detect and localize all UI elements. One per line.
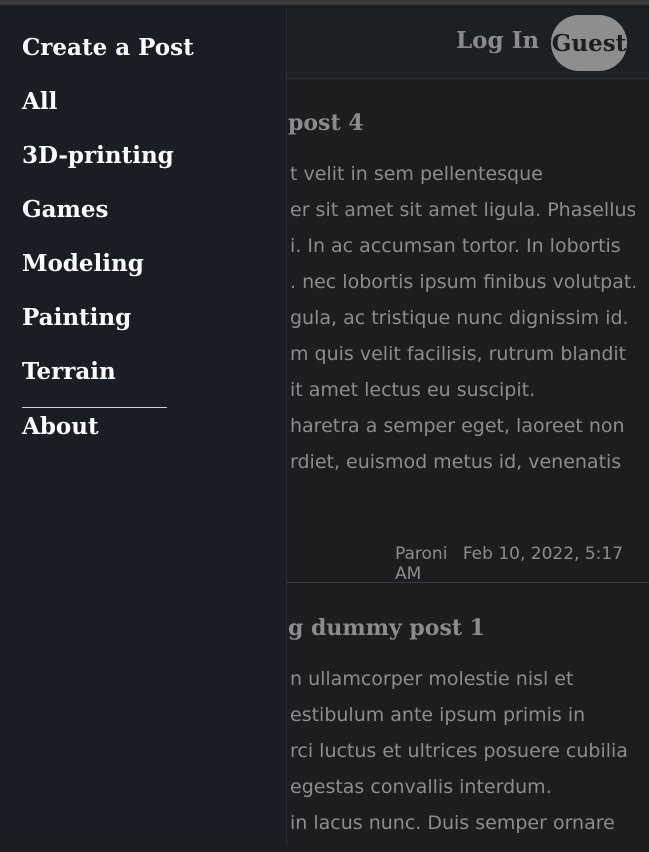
post-title[interactable]: g dummy post 1: [288, 615, 485, 641]
post-line: i. In ac accumsan tortor. In lobortis: [290, 235, 621, 257]
sidebar-item-about[interactable]: About: [22, 413, 99, 440]
post-line: in lacus nunc. Duis semper ornare: [290, 812, 615, 834]
sidebar-menu: Create a Post All 3D-printing Games Mode…: [0, 8, 287, 844]
post-meta: Paroni Feb 10, 2022, 5:17 AM: [395, 544, 649, 584]
bottom-edge: [0, 844, 649, 852]
post-line: er sit amet sit amet ligula. Phasellus: [290, 199, 635, 221]
post-line: egestas convallis interdum.: [290, 776, 552, 798]
sidebar-divider: [22, 407, 167, 408]
guest-avatar-button[interactable]: Guest: [551, 15, 627, 71]
post-line: m quis velit facilisis, rutrum blandit: [290, 343, 627, 365]
sidebar-item-terrain[interactable]: Terrain: [22, 358, 116, 385]
post-line: gula, ac tristique nunc dignissim id.: [290, 307, 629, 329]
post-line: rci luctus et ultrices posuere cubilia: [290, 740, 628, 762]
post-line: t velit in sem pellentesque: [290, 163, 543, 185]
post-line: . nec lobortis ipsum finibus volutpat.: [290, 271, 635, 293]
sidebar-item-create-post[interactable]: Create a Post: [22, 34, 194, 61]
post-line: haretra a semper eget, laoreet non: [290, 415, 625, 437]
post-body: t velit in sem pellentesque er sit amet …: [290, 156, 635, 480]
post-line: estibulum ante ipsum primis in: [290, 704, 586, 726]
post-line: rdiet, euismod metus id, venenatis: [290, 451, 622, 473]
post-author[interactable]: Paroni: [395, 544, 447, 564]
post-title[interactable]: post 4: [288, 110, 364, 136]
post-body: n ullamcorper molestie nisl et estibulum…: [290, 661, 635, 841]
post-line: n ullamcorper molestie nisl et: [290, 668, 574, 690]
sidebar-item-games[interactable]: Games: [22, 196, 108, 223]
sidebar-item-painting[interactable]: Painting: [22, 304, 131, 331]
post-line: it amet lectus eu suscipit.: [290, 379, 536, 401]
sidebar-item-modeling[interactable]: Modeling: [22, 250, 144, 277]
sidebar-item-all[interactable]: All: [22, 88, 57, 115]
post-divider: [286, 582, 649, 583]
login-button[interactable]: Log In: [456, 27, 539, 54]
sidebar-item-3d-printing[interactable]: 3D-printing: [22, 142, 174, 169]
